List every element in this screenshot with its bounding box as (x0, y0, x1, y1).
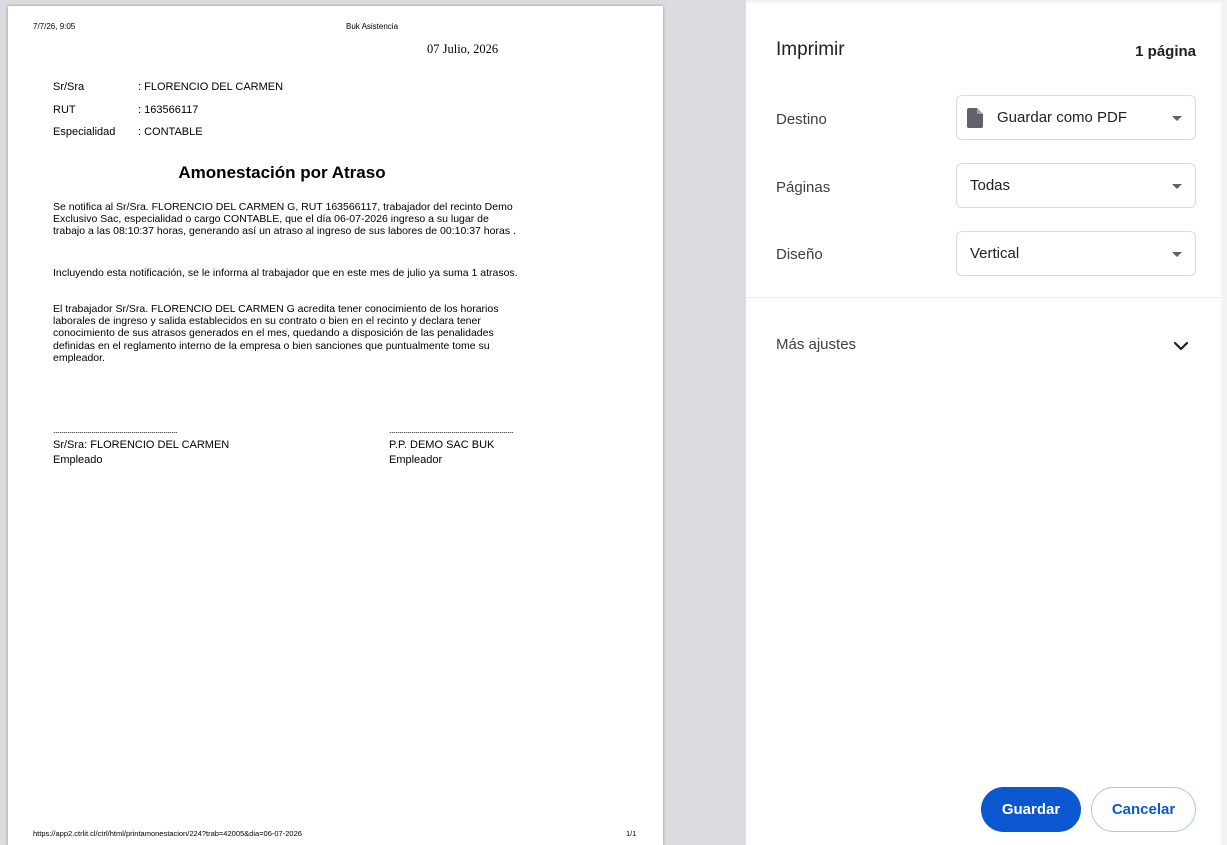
document-title: Amonestación por Atraso (178, 163, 386, 182)
destination-select[interactable]: Guardar como PDF (956, 95, 1196, 140)
layout-label: Diseño (776, 246, 823, 263)
signature-line-employer: ........................................… (389, 425, 513, 435)
caret-down-icon (1172, 184, 1182, 189)
save-button[interactable]: Guardar (981, 787, 1081, 832)
pages-label: Páginas (776, 179, 831, 196)
pages-value: Todas (970, 177, 1011, 194)
destination-label: Destino (776, 111, 827, 128)
signature-employee-name: Sr/Sra: FLORENCIO DEL CARMEN (53, 439, 230, 451)
page-footer-number: 1/1 (626, 829, 637, 838)
info-label: Sr/Sra (53, 81, 85, 93)
info-value: : FLORENCIO DEL CARMEN (138, 81, 284, 93)
page-header-datetime: 7/7/26, 9:05 (33, 22, 76, 31)
document-date: 07 Julio, 2026 (427, 42, 499, 56)
paragraph-acknowledgement: El trabajador Sr/Sra. FLORENCIO DEL CARM… (53, 303, 499, 364)
info-label: RUT (53, 104, 76, 116)
paragraph-notification: Se notifica al Sr/Sra. FLORENCIO DEL CAR… (53, 201, 516, 238)
layout-value: Vertical (970, 245, 1020, 262)
signature-line-employee: ........................................… (53, 425, 178, 435)
print-preview-area: 7/7/26, 9:05 Buk Asistencia 07 Julio, 20… (0, 0, 746, 845)
chevron-down-icon[interactable] (1171, 336, 1191, 356)
page-header-title: Buk Asistencia (346, 22, 399, 31)
layout-select[interactable]: Vertical (956, 231, 1196, 276)
caret-down-icon (1172, 116, 1182, 121)
paragraph-count: Incluyendo esta notificación, se le info… (53, 267, 518, 279)
destination-value: Guardar como PDF (997, 109, 1128, 126)
pages-select[interactable]: Todas (956, 163, 1196, 208)
print-dialog-title: Imprimir (776, 39, 845, 60)
page-footer-url: https://app2.ctrlit.cl/ctrl/html/printam… (33, 829, 302, 838)
more-settings-toggle[interactable]: Más ajustes (776, 336, 856, 353)
preview-page: 7/7/26, 9:05 Buk Asistencia 07 Julio, 20… (8, 6, 663, 845)
print-settings-panel: Imprimir 1 página Destino Guardar como P… (746, 0, 1227, 845)
signature-employer-role: Empleador (389, 454, 443, 466)
signature-employee: Sr/Sra: FLORENCIO DEL CARMEN Empleado (53, 438, 229, 468)
signature-employer: P.P. DEMO SAC BUK Empleador (389, 438, 494, 468)
info-value: : CONTABLE (138, 126, 203, 138)
file-icon (967, 108, 983, 128)
signature-employee-role: Empleado (53, 454, 103, 466)
info-label: Especialidad (53, 126, 116, 138)
caret-down-icon (1172, 252, 1182, 257)
info-value: : 163566117 (138, 104, 199, 116)
signature-employer-name: P.P. DEMO SAC BUK (389, 439, 495, 451)
cancel-button[interactable]: Cancelar (1091, 787, 1196, 832)
panel-scrollbar-track[interactable] (1221, 3, 1227, 845)
section-divider (746, 297, 1221, 298)
page-count: 1 página (1135, 43, 1196, 60)
